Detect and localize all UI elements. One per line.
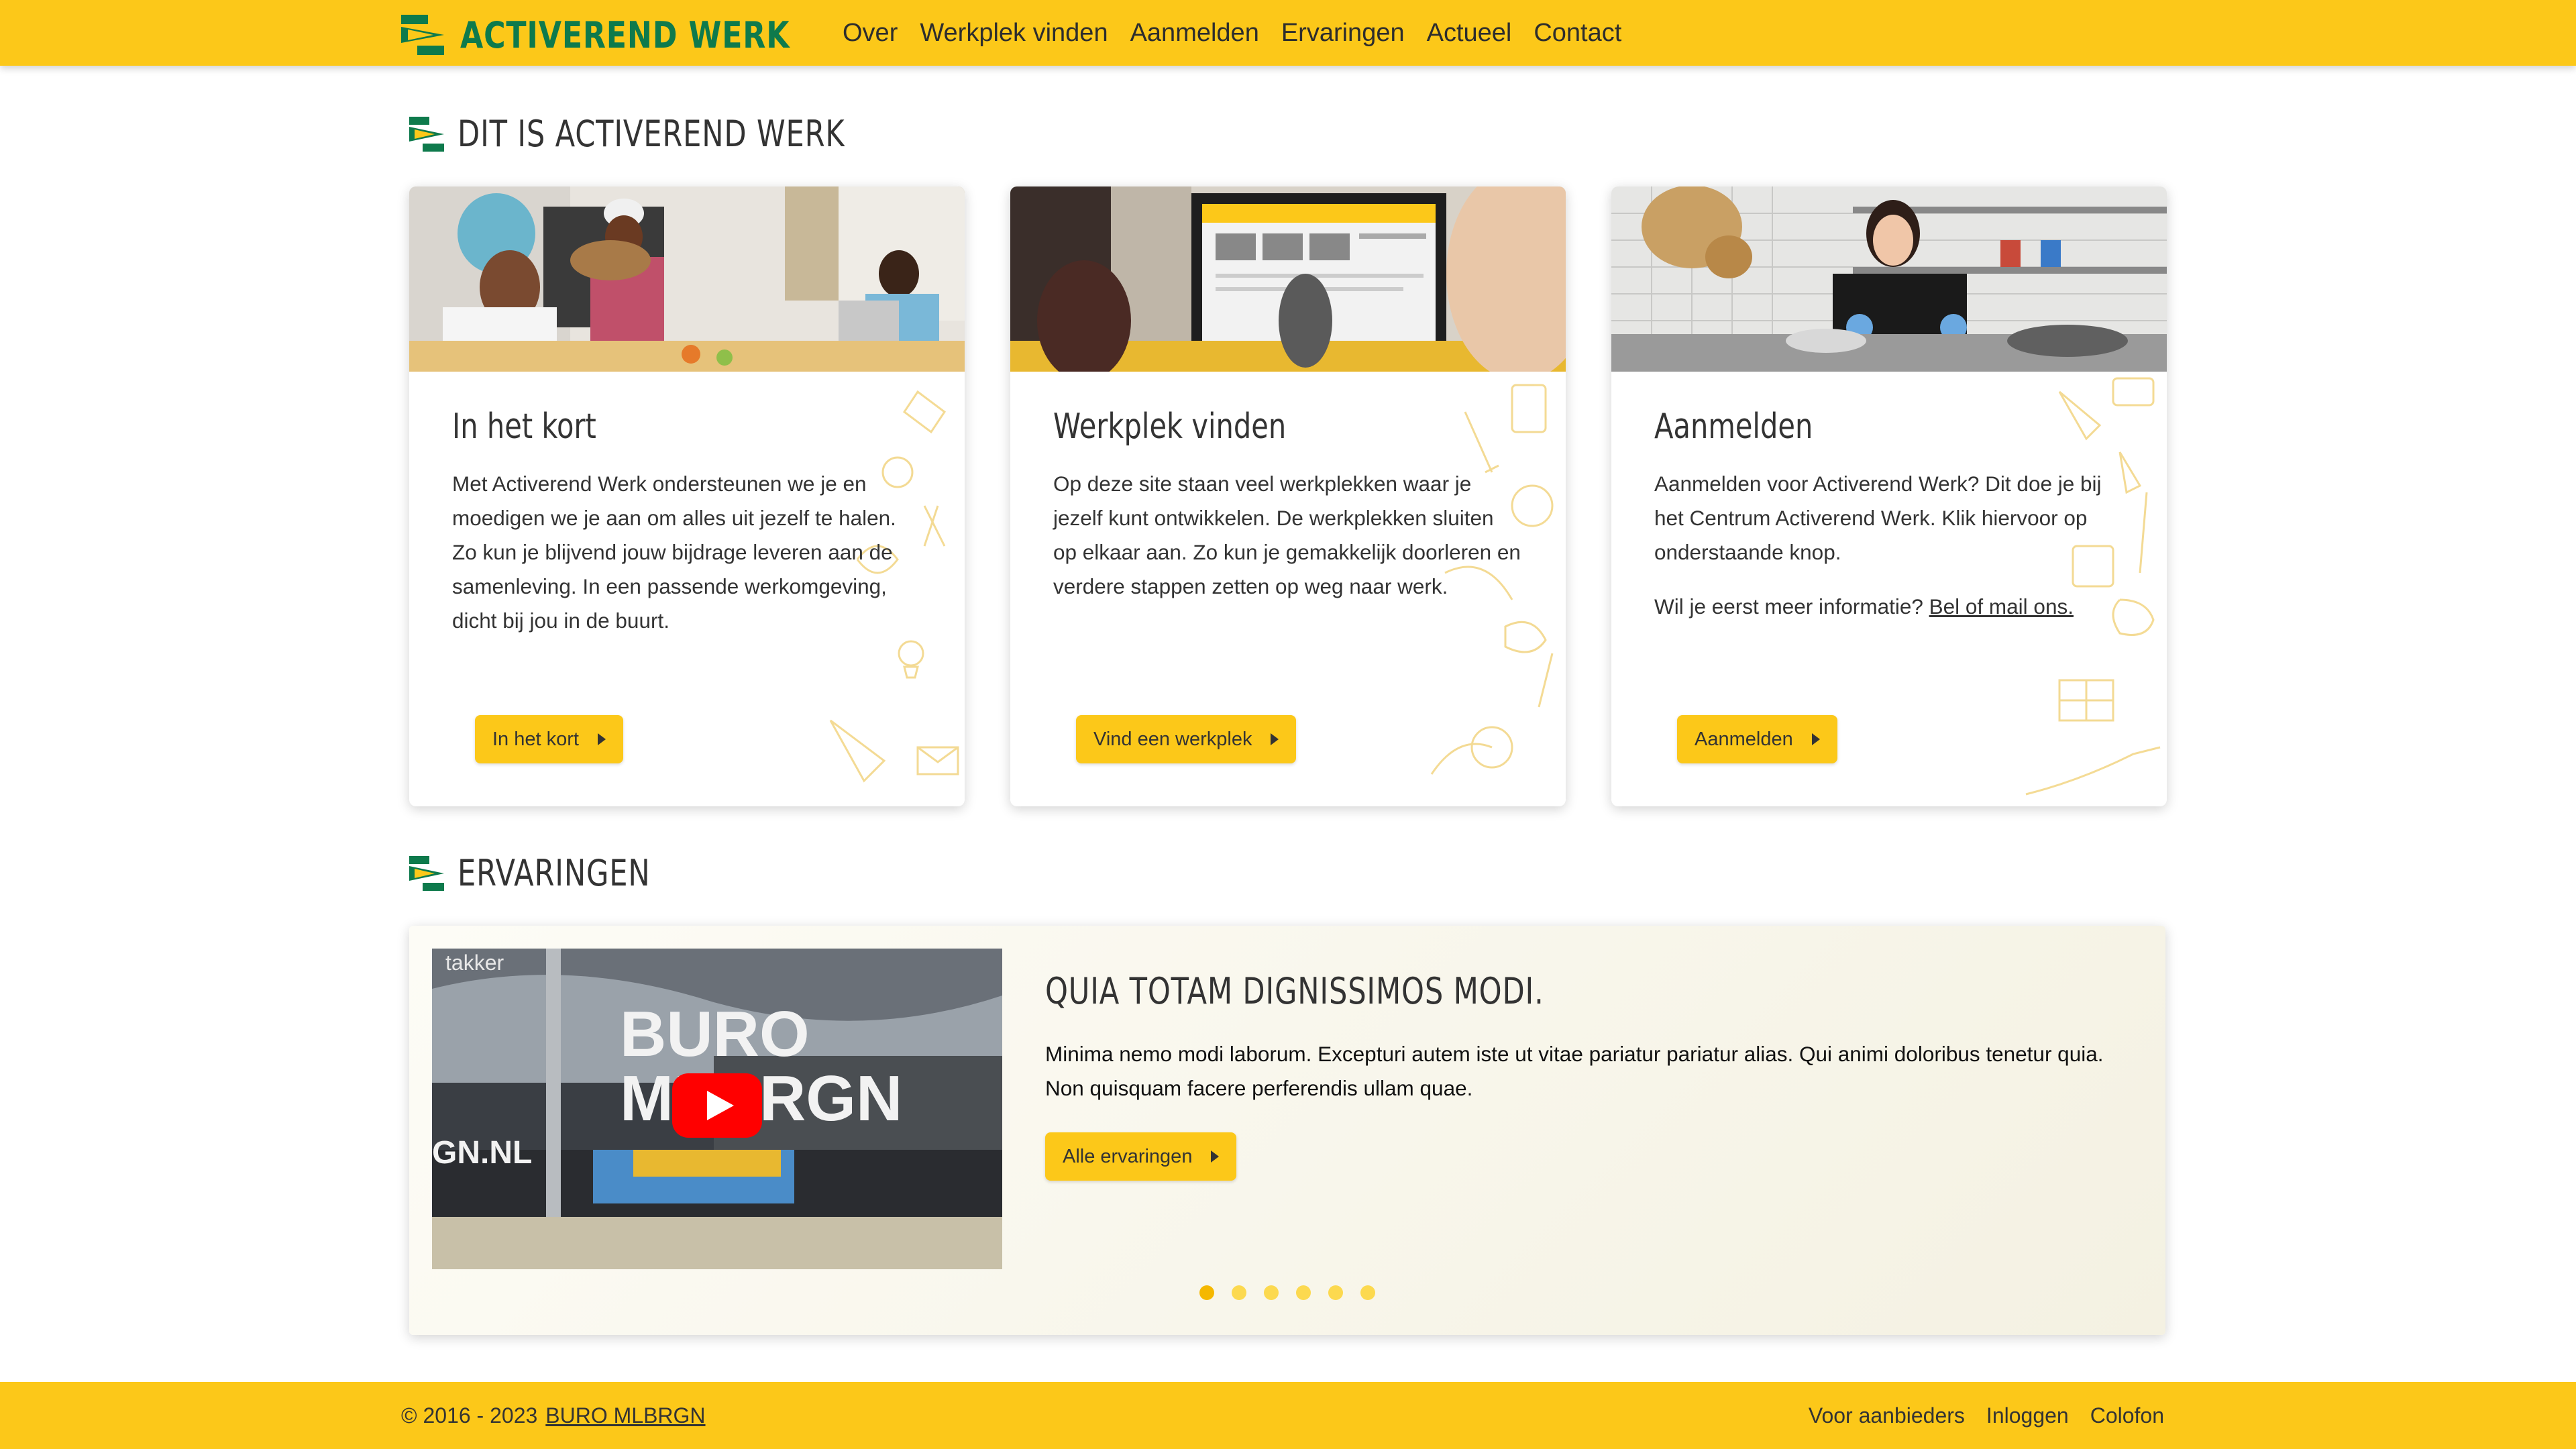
nav-contact[interactable]: Contact: [1534, 19, 1621, 48]
footer-link-voor-aanbieders[interactable]: Voor aanbieders: [1809, 1403, 1965, 1428]
carousel-dot[interactable]: [1360, 1285, 1375, 1300]
card-text: Aanmelden voor Activerend Werk? Dit doe …: [1654, 472, 2102, 619]
svg-text:BURO: BURO: [620, 998, 810, 1070]
carousel-dot[interactable]: [1199, 1285, 1214, 1300]
card-photo-computer: [1010, 186, 1566, 372]
card-photo-chef-kitchen: [1611, 186, 2167, 372]
footer-links: Voor aanbieders Inloggen Colofon: [1787, 1382, 2164, 1449]
nav-actueel[interactable]: Actueel: [1427, 19, 1512, 48]
logo-icon: [401, 15, 444, 55]
card-werkplek-vinden: Werkplek vinden Op deze site staan veel …: [1010, 186, 1566, 806]
footer-link-inloggen[interactable]: Inloggen: [1986, 1403, 2069, 1428]
site-header: ACTIVEREND WERK Over Werkplek vinden Aan…: [0, 0, 2576, 66]
bel-of-mail-link[interactable]: Bel of mail ons.: [1929, 594, 2074, 619]
carousel-dot[interactable]: [1232, 1285, 1246, 1300]
in-het-kort-button[interactable]: In het kort: [475, 715, 623, 763]
logo-text: ACTIVEREND WERK: [460, 13, 790, 56]
svg-text:takker: takker: [445, 951, 504, 975]
card-title: In het kort: [452, 407, 596, 447]
caret-right-icon: [1211, 1150, 1220, 1163]
video-player[interactable]: takker BURO MLBRGN GN.NL: [432, 949, 1002, 1269]
section-title-ervaringen: ERVARINGEN: [409, 852, 698, 894]
nav-aanmelden[interactable]: Aanmelden: [1130, 19, 1259, 48]
svg-text:GN.NL: GN.NL: [432, 1135, 532, 1171]
carousel-dots: [1199, 1285, 1393, 1300]
nav-over[interactable]: Over: [843, 19, 898, 48]
card-in-het-kort: In het kort Met Activerend Werk onderste…: [409, 186, 965, 806]
youtube-play-icon[interactable]: [672, 1073, 762, 1138]
caret-right-icon: [1811, 733, 1820, 745]
company-link[interactable]: BURO MLBRGN: [545, 1403, 705, 1428]
alle-ervaringen-button[interactable]: Alle ervaringen: [1045, 1132, 1237, 1181]
caret-right-icon: [1271, 733, 1279, 745]
carousel-dot[interactable]: [1296, 1285, 1311, 1300]
experiences-carousel: takker BURO MLBRGN GN.NL QUIA TOTAM DIGN…: [409, 926, 2165, 1335]
nav-werkplek-vinden[interactable]: Werkplek vinden: [920, 19, 1108, 48]
card-title: Aanmelden: [1654, 407, 1813, 447]
footer-link-colofon[interactable]: Colofon: [2090, 1403, 2164, 1428]
card-title: Werkplek vinden: [1053, 407, 1287, 447]
nav-ervaringen[interactable]: Ervaringen: [1281, 19, 1405, 48]
carousel-dot[interactable]: [1328, 1285, 1343, 1300]
card-photo-cooking-group: [409, 186, 965, 372]
footer-copyright: © 2016 - 2023 BURO MLBRGN: [401, 1403, 706, 1428]
card-aanmelden: Aanmelden Aanmelden voor Activerend Werk…: [1611, 186, 2167, 806]
card-text: Met Activerend Werk ondersteunen we je e…: [452, 472, 896, 633]
experience-text: Minima nemo modi laborum. Excepturi aute…: [1045, 1042, 2104, 1100]
vind-een-werkplek-button[interactable]: Vind een werkplek: [1076, 715, 1297, 763]
card-text: Op deze site staan veel werkplekken waar…: [1053, 472, 1521, 598]
caret-right-icon: [597, 733, 606, 745]
carousel-dot[interactable]: [1264, 1285, 1279, 1300]
section-logo-icon: [409, 855, 444, 891]
logo[interactable]: ACTIVEREND WERK: [401, 13, 862, 56]
section-title-intro: DIT IS ACTIVEREND WERK: [409, 113, 942, 155]
site-footer: © 2016 - 2023 BURO MLBRGN Voor aanbieder…: [0, 1382, 2576, 1449]
section-logo-icon: [409, 116, 444, 152]
aanmelden-button[interactable]: Aanmelden: [1677, 715, 1837, 763]
experience-title: QUIA TOTAM DIGNISSIMOS MODI.: [1045, 970, 1544, 1012]
main-nav: Over Werkplek vinden Aanmelden Ervaringe…: [843, 0, 1644, 66]
